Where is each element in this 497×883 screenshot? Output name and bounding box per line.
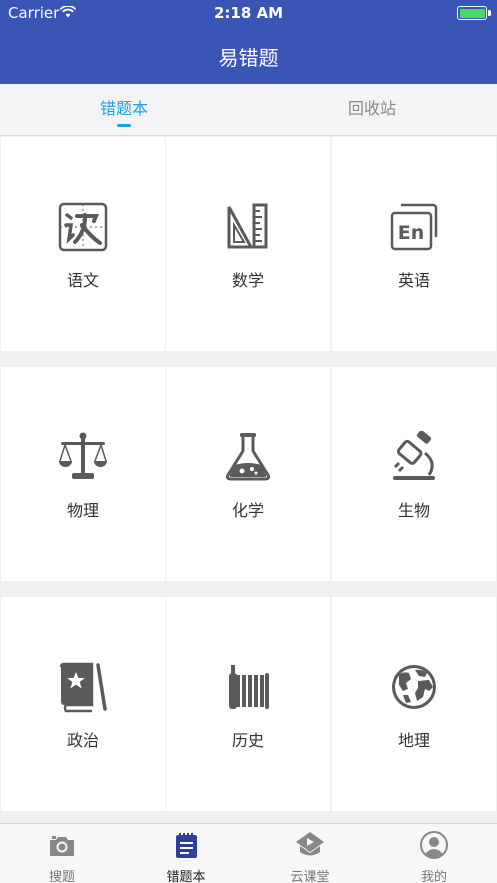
politics-book-icon [59,662,107,713]
nav-wrong-book[interactable]: 错题本 [124,824,248,883]
status-time: 2:18 AM [213,4,284,22]
biology-microscope-icon [393,431,435,480]
nav-cloud-class[interactable]: 云课堂 [248,824,372,883]
notebook-icon [176,833,197,858]
nav-label: 我的 [420,870,447,883]
nav-label: 云课堂 [290,870,330,883]
battery-icon [457,6,491,20]
subject-biology[interactable]: 生物 [332,367,496,581]
subject-label: 化学 [231,501,264,520]
bottom-tab-bar: 搜题 错题本 云课堂 我的 [0,823,497,883]
subject-label: 历史 [231,731,264,750]
subject-politics[interactable]: 政治 [1,597,165,811]
profile-icon [420,831,448,859]
tab-label: 回收站 [347,99,396,118]
subject-geography[interactable]: 地理 [332,597,496,811]
physics-scale-icon [59,432,107,479]
subject-label: 语文 [66,271,99,290]
subject-chinese[interactable]: 语文 [1,137,165,351]
subject-math[interactable]: 数学 [166,137,330,351]
nav-label: 搜题 [48,870,75,883]
subject-chemistry[interactable]: 化学 [166,367,330,581]
subject-label: 生物 [397,501,430,520]
tab-label: 错题本 [99,99,148,118]
subject-label: 英语 [397,271,430,290]
chinese-icon [58,202,108,252]
tab-recycle-bin[interactable]: 回收站 [248,84,496,136]
camera-icon [50,836,74,856]
history-scroll-icon [229,665,269,709]
nav-search-question[interactable]: 搜题 [0,824,124,883]
subject-label: 数学 [231,271,264,290]
subject-history[interactable]: 历史 [166,597,330,811]
tab-wrong-book[interactable]: 错题本 [0,84,248,136]
geography-globe-icon [392,665,436,709]
subject-label: 物理 [66,501,99,520]
page-title: 易错题 [218,46,279,70]
chemistry-flask-icon [225,433,271,481]
status-bar: Carrier 2:18 AM [0,0,497,26]
subject-label: 地理 [397,731,430,750]
nav-label: 错题本 [166,870,206,883]
app-header: Carrier 2:18 AM 易错题 [0,0,497,84]
subject-label: 政治 [66,731,99,750]
segment-tabs: 错题本 回收站 [0,84,497,136]
svg-text:En: En [398,222,425,244]
english-icon: En [390,203,438,251]
subject-physics[interactable]: 物理 [1,367,165,581]
cloud-class-icon [296,832,324,856]
active-tab-indicator [117,124,131,127]
subject-english[interactable]: En 英语 [332,137,496,351]
nav-profile[interactable]: 我的 [372,824,496,883]
math-icon [227,203,268,249]
